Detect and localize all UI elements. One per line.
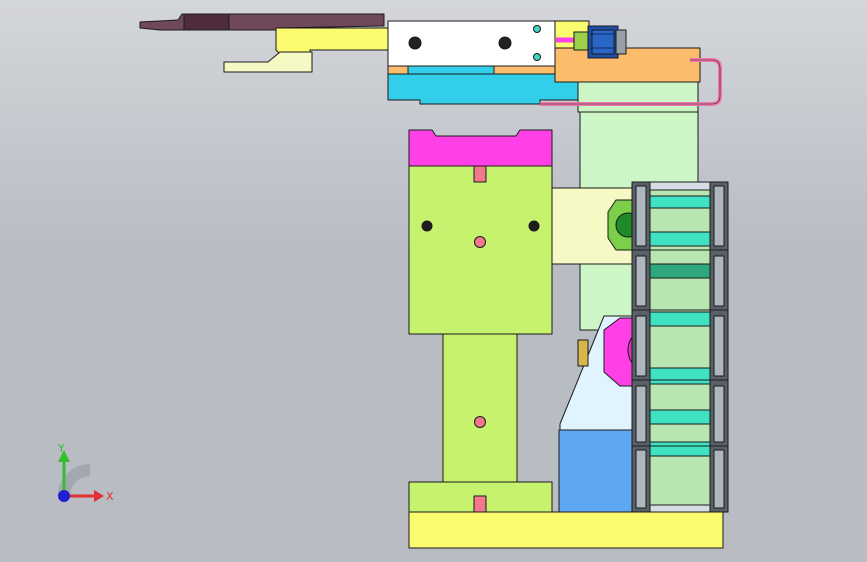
cylinder-base-plate [387, 73, 579, 105]
y-axis-label: Y [57, 442, 65, 455]
coordinate-triad: Y X [57, 442, 114, 503]
z-axis-dot [58, 490, 70, 502]
lime-mount-plate [408, 165, 553, 513]
magenta-top-block [408, 129, 553, 167]
blue-base-block [558, 429, 640, 513]
cylinder-body [387, 20, 556, 75]
cad-viewport[interactable] [0, 0, 867, 562]
yellow-base-plate [408, 511, 724, 549]
cable-chain [631, 181, 729, 513]
x-axis-label: X [106, 490, 114, 503]
gripper-finger-arm [139, 13, 391, 73]
